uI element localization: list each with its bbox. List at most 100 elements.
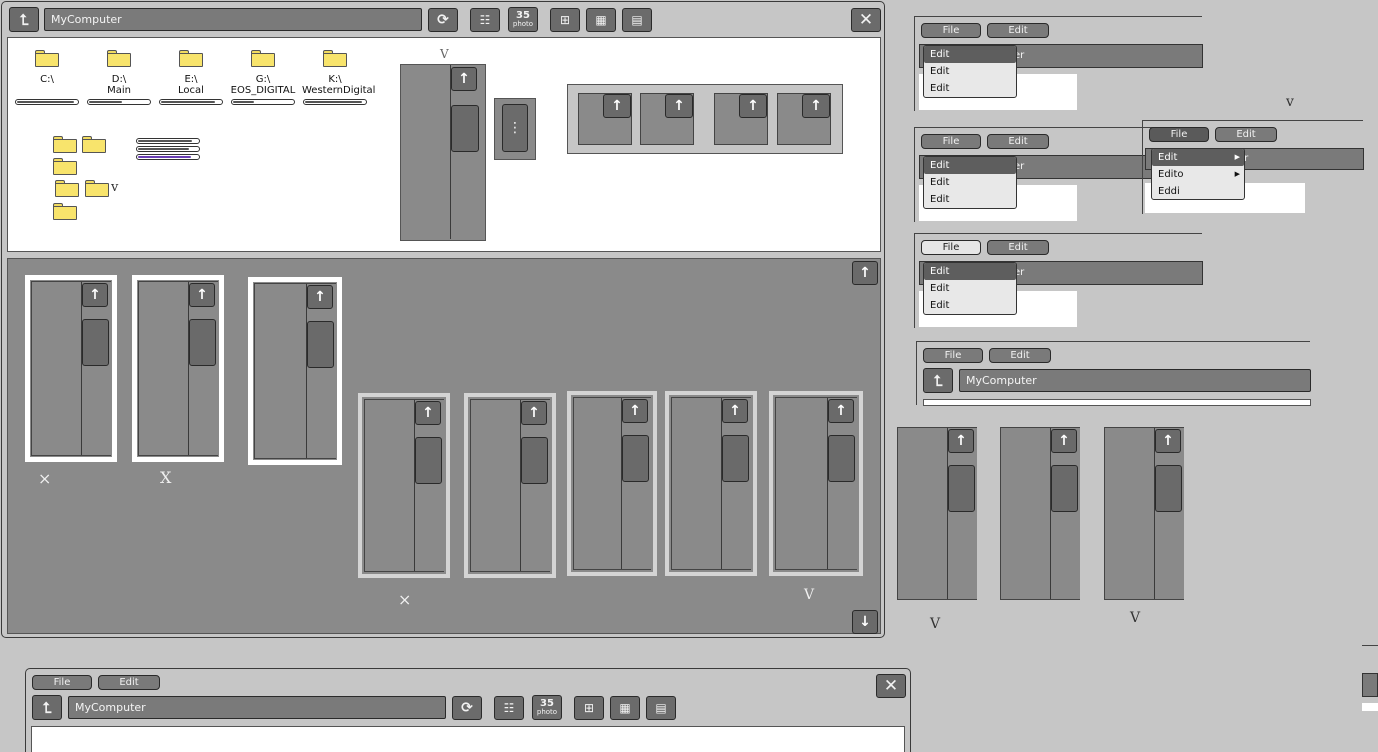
- scroll-up-button[interactable]: ↑: [622, 399, 648, 423]
- folder-icon[interactable]: [82, 136, 106, 153]
- file-menu-button[interactable]: File: [921, 134, 981, 149]
- menu-item[interactable]: Edit: [924, 191, 1016, 208]
- refresh-button[interactable]: ⟳: [452, 696, 482, 720]
- scroll-thumb[interactable]: [948, 465, 975, 512]
- file-menu-button[interactable]: File: [921, 240, 981, 255]
- menu-item[interactable]: Edit: [924, 280, 1016, 297]
- scroll-thumb[interactable]: [722, 435, 749, 482]
- menu-item[interactable]: Edit: [924, 297, 1016, 314]
- folder-icon: [323, 50, 347, 67]
- file-menu-button[interactable]: File: [923, 348, 983, 363]
- address-bar[interactable]: MyComputer: [959, 369, 1311, 392]
- grid-up-view-icon: ▤: [631, 13, 643, 27]
- close-button[interactable]: ✕: [851, 8, 881, 32]
- arrow-up-icon: ↑: [747, 98, 759, 114]
- scroll-up-button[interactable]: ↑: [1051, 429, 1077, 453]
- scroll-thumb[interactable]: [521, 437, 548, 484]
- drive-item[interactable]: K:\ WesternDigital: [302, 50, 375, 105]
- back-button[interactable]: ⮤: [9, 7, 39, 32]
- drive-item[interactable]: C:\: [14, 50, 80, 105]
- menu-item[interactable]: Edito ▶: [1152, 166, 1244, 183]
- menu-item[interactable]: Edit: [924, 157, 1016, 174]
- folder-icon[interactable]: [53, 158, 77, 175]
- drive-item[interactable]: G:\ EOS_DIGITAL: [230, 50, 296, 105]
- menu-item[interactable]: Edit ▶: [1152, 149, 1244, 166]
- menu-item[interactable]: Edit: [924, 80, 1016, 97]
- bottom-window-body: [31, 726, 905, 752]
- kebab-button[interactable]: ⋮: [502, 104, 528, 152]
- scroll-up-button[interactable]: ↑: [739, 94, 767, 118]
- scroll-thumb[interactable]: [415, 437, 442, 484]
- drive-item[interactable]: D:\ Main: [86, 50, 152, 105]
- edit-menu-button[interactable]: Edit: [987, 134, 1049, 149]
- menu-item[interactable]: Edit: [924, 174, 1016, 191]
- address-bar[interactable]: MyComputer: [68, 696, 446, 719]
- close-button[interactable]: ✕: [876, 674, 906, 698]
- folder-icon[interactable]: [85, 180, 109, 197]
- scroll-thumb[interactable]: [1155, 465, 1182, 512]
- settings-button[interactable]: ☷: [494, 696, 524, 720]
- address-bar[interactable]: MyComputer: [44, 8, 422, 31]
- folder-icon[interactable]: [55, 180, 79, 197]
- back-button[interactable]: ⮤: [32, 695, 62, 720]
- refresh-icon: ⟳: [461, 700, 473, 716]
- settings-button[interactable]: ☷: [470, 8, 500, 32]
- preview-scroll-up[interactable]: ↑: [852, 261, 878, 285]
- menu-item[interactable]: Edit: [924, 46, 1016, 63]
- scroll-up-button[interactable]: ↑: [802, 94, 830, 118]
- drive-item[interactable]: E:\ Local: [158, 50, 224, 105]
- edit-menu-button[interactable]: Edit: [987, 23, 1049, 38]
- scroll-thumb[interactable]: [622, 435, 649, 482]
- scroll-thumb[interactable]: [828, 435, 855, 482]
- scroll-thumb[interactable]: [307, 321, 334, 368]
- folder-body: [179, 53, 203, 67]
- scroll-up-button[interactable]: ↑: [307, 285, 333, 309]
- preview-scroll-down[interactable]: ↓: [852, 610, 878, 634]
- edit-menu-button[interactable]: Edit: [987, 240, 1049, 255]
- progress-bar: [136, 146, 200, 152]
- refresh-button[interactable]: ⟳: [428, 8, 458, 32]
- grid-view-button[interactable]: ▦: [610, 696, 640, 720]
- scroll-up-button[interactable]: ↑: [603, 94, 631, 118]
- menu-item[interactable]: Edit: [924, 263, 1016, 280]
- scroll-thumb[interactable]: [451, 105, 479, 152]
- photo-button[interactable]: 35 photo: [532, 695, 562, 720]
- grid-up-view-button[interactable]: ▤: [646, 696, 676, 720]
- scroll-thumb[interactable]: [1051, 465, 1078, 512]
- grid-view-icon: ▦: [619, 701, 631, 715]
- edit-menu-button[interactable]: Edit: [98, 675, 160, 690]
- scroll-thumb[interactable]: [82, 319, 109, 366]
- tree-view-button[interactable]: ⊞: [574, 696, 604, 720]
- scroll-up-button[interactable]: ↑: [1155, 429, 1181, 453]
- menu-window: File Edit er Edit Edit Edit: [914, 233, 1203, 328]
- file-menu-button[interactable]: File: [32, 675, 92, 690]
- scroll-up-button[interactable]: ↑: [521, 401, 547, 425]
- edit-menu-button[interactable]: Edit: [989, 348, 1051, 363]
- scroll-up-button[interactable]: ↑: [82, 283, 108, 307]
- grid-up-view-button[interactable]: ▤: [622, 8, 652, 32]
- grid-up-view-icon: ▤: [655, 701, 667, 715]
- scroll-up-button[interactable]: ↑: [189, 283, 215, 307]
- folder-icon[interactable]: [53, 136, 77, 153]
- arrow-up-icon: ↑: [1058, 433, 1070, 449]
- menu-item[interactable]: Edit: [924, 63, 1016, 80]
- folder-icon[interactable]: [53, 203, 77, 220]
- back-button[interactable]: ⮤: [923, 368, 953, 393]
- file-menu-button[interactable]: File: [921, 23, 981, 38]
- edit-menu-button[interactable]: Edit: [1215, 127, 1277, 142]
- scroll-thumb[interactable]: [189, 319, 216, 366]
- photo-button[interactable]: 35 photo: [508, 7, 538, 32]
- grid-view-button[interactable]: ▦: [586, 8, 616, 32]
- scroll-up-button[interactable]: ↑: [415, 401, 441, 425]
- drive-label: [14, 85, 80, 96]
- scroll-up-button[interactable]: ↑: [665, 94, 693, 118]
- menu-item[interactable]: Eddi: [1152, 183, 1244, 200]
- scroll-up-button[interactable]: ↑: [828, 399, 854, 423]
- arrow-down-icon: ↓: [859, 614, 871, 630]
- file-menu-button[interactable]: File: [1149, 127, 1209, 142]
- scroll-up-button[interactable]: ↑: [722, 399, 748, 423]
- tree-view-button[interactable]: ⊞: [550, 8, 580, 32]
- scroll-up-button[interactable]: ↑: [948, 429, 974, 453]
- scroll-up-button[interactable]: ↑: [451, 67, 477, 91]
- drive-name: E:\: [184, 74, 198, 85]
